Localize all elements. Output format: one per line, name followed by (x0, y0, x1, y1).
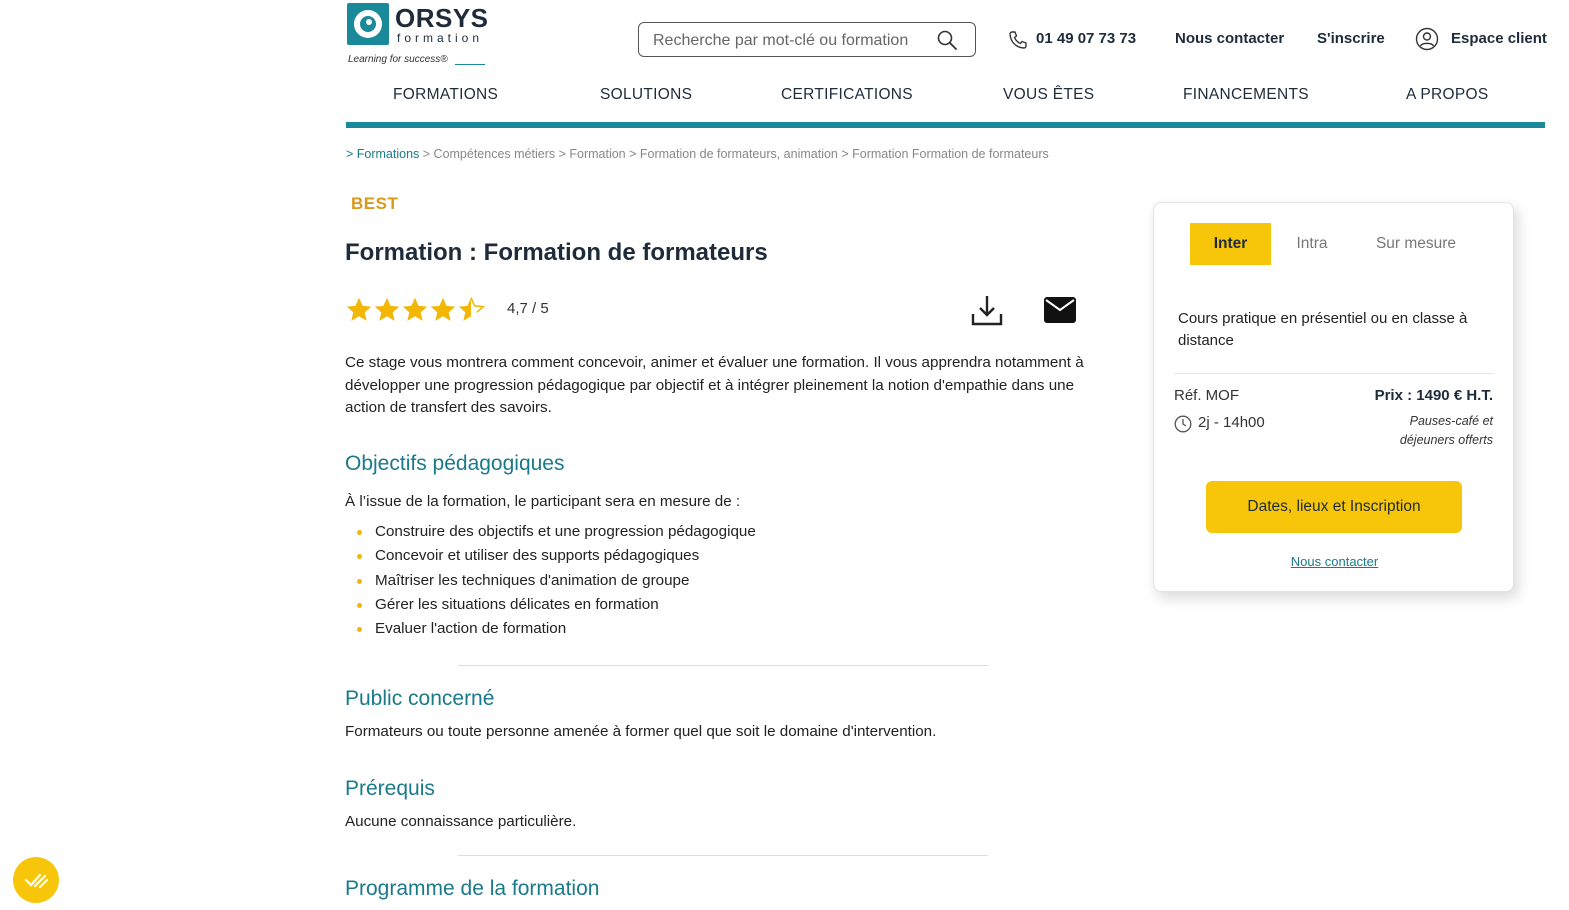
star-icon (430, 297, 456, 321)
checklist-icon (24, 873, 49, 889)
signup-link[interactable]: S'inscrire (1317, 30, 1385, 47)
nav-solutions[interactable]: SOLUTIONS (600, 86, 692, 104)
nav-financements[interactable]: FINANCEMENTS (1183, 86, 1309, 104)
course-reference: Réf. MOF (1174, 387, 1240, 404)
clock-icon (1174, 415, 1192, 433)
list-item: Evaluer l'action de formation (357, 617, 756, 641)
main-nav: FORMATIONS SOLUTIONS CERTIFICATIONS VOUS… (346, 86, 1545, 112)
objectives-intro: À l’issue de la formation, le participan… (345, 493, 741, 510)
course-price: Prix : 1490 € H.T. (1374, 387, 1493, 404)
prereq-text: Aucune connaissance particulière. (345, 813, 577, 830)
bullet-dot (357, 578, 362, 584)
mail-icon[interactable] (1044, 297, 1076, 323)
list-item: Concevoir et utiliser des supports pédag… (357, 544, 756, 568)
star-icon (374, 297, 400, 321)
booking-card: Inter Intra Sur mesure Cours pratique en… (1153, 202, 1514, 592)
pauses-note: Pauses-café et déjeuners offerts (1399, 414, 1493, 447)
half-star-icon (458, 297, 485, 321)
download-icon[interactable] (970, 293, 1004, 327)
bullet-dot (357, 530, 362, 535)
rating-stars (345, 296, 485, 324)
tagline-underline (455, 64, 485, 65)
section-divider (458, 665, 988, 666)
card-contact-link[interactable]: Nous contacter (1154, 554, 1515, 569)
client-space-link[interactable]: Espace client (1451, 30, 1547, 47)
logo-sub: formation (397, 31, 484, 45)
tab-intra[interactable]: Intra (1282, 223, 1342, 265)
course-duration: 2j - 14h00 (1198, 414, 1265, 431)
objectives-heading: Objectifs pédagogiques (345, 452, 565, 475)
objective-text: Evaluer l'action de formation (375, 620, 567, 638)
phone-number-link[interactable]: 01 49 07 73 73 (1036, 30, 1136, 47)
prereq-heading: Prérequis (345, 777, 435, 800)
objective-text: Concevoir et utiliser des supports pédag… (375, 547, 700, 565)
objectives-list: Construire des objectifs et une progress… (357, 520, 756, 641)
list-item: Construire des objectifs et une progress… (357, 520, 756, 544)
best-badge: BEST (351, 194, 399, 213)
search-input[interactable] (651, 27, 935, 54)
page-title: Formation : Formation de formateurs (345, 239, 768, 266)
dates-inscription-button[interactable]: Dates, lieux et Inscription (1206, 481, 1462, 533)
bullet-dot (357, 554, 362, 560)
nav-formations[interactable]: FORMATIONS (393, 86, 498, 104)
breadcrumb-rest: > Compétences métiers > Formation > Form… (419, 147, 1049, 161)
objective-text: Construire des objectifs et une progress… (375, 523, 756, 540)
bullet-dot (357, 627, 362, 633)
course-description: Ce stage vous montrera comment concevoir… (345, 354, 1084, 416)
objective-text: Gérer les situations délicates en format… (375, 595, 659, 613)
search-icon[interactable] (937, 30, 957, 50)
eye-logo-icon (347, 3, 389, 45)
nav-vous-etes[interactable]: VOUS ÊTES (1003, 86, 1094, 104)
logo-tagline: Learning for success® (348, 54, 448, 65)
logo-name: ORSYS (395, 3, 489, 33)
user-account-icon[interactable] (1415, 27, 1439, 51)
program-heading: Programme de la formation (345, 877, 600, 900)
tab-inter[interactable]: Inter (1190, 223, 1271, 265)
star-icon (402, 297, 428, 321)
list-item: Maîtriser les techniques d'animation de … (357, 569, 756, 593)
section-divider (458, 855, 988, 856)
nav-a-propos[interactable]: A PROPOS (1406, 86, 1489, 104)
list-item: Gérer les situations délicates en format… (357, 593, 756, 617)
nav-underline-bar (346, 122, 1545, 128)
orsys-logo[interactable]: ORSYS formation Learning for success® (347, 3, 497, 69)
rating-text: 4,7 / 5 (507, 300, 549, 317)
breadcrumb: > Formations > Compétences métiers > For… (346, 147, 1049, 161)
star-icon (346, 297, 372, 321)
contact-link[interactable]: Nous contacter (1175, 30, 1284, 47)
objective-text: Maîtriser les techniques d'animation de … (375, 571, 690, 589)
breadcrumb-formations-link[interactable]: > Formations (346, 147, 419, 161)
nav-certifications[interactable]: CERTIFICATIONS (781, 86, 913, 104)
search-box[interactable] (638, 22, 976, 57)
tab-sur-mesure[interactable]: Sur mesure (1366, 223, 1466, 265)
card-divider (1174, 373, 1494, 374)
public-text: Formateurs ou toute personne amenée à fo… (345, 723, 937, 740)
bullet-dot (357, 602, 362, 608)
public-heading: Public concerné (345, 687, 495, 710)
course-format-text: Cours pratique en présentiel ou en class… (1178, 310, 1468, 349)
floating-accessibility-button[interactable] (13, 857, 59, 903)
phone-icon (1009, 31, 1027, 49)
